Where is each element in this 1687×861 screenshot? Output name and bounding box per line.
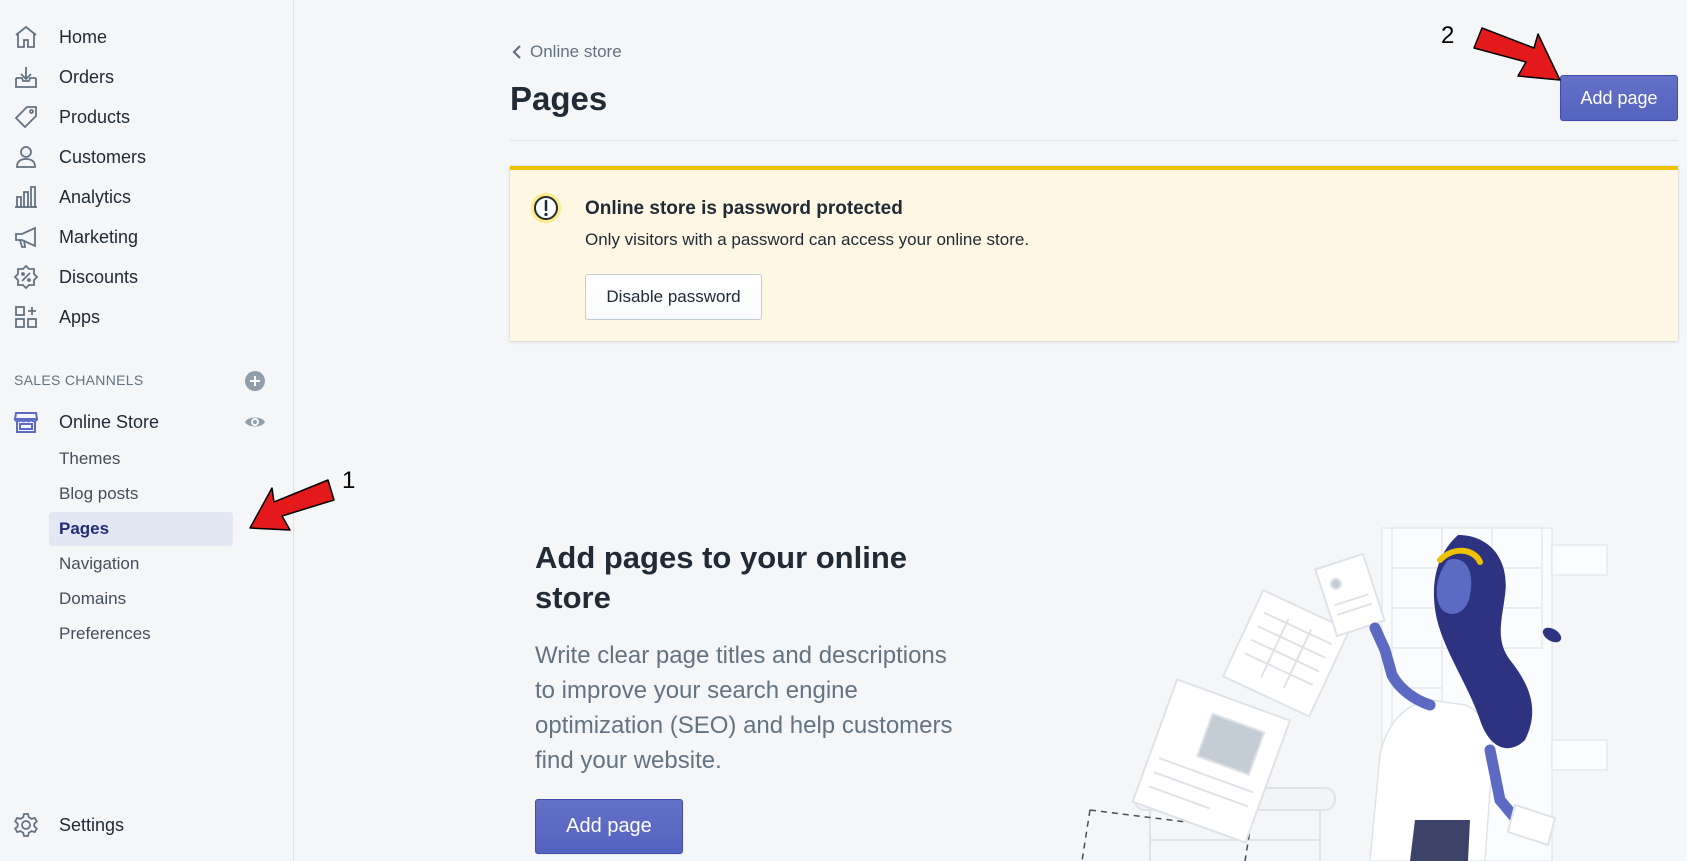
sidebar-item-customers[interactable]: Customers: [0, 137, 294, 177]
sidebar-item-label: Products: [59, 106, 131, 127]
breadcrumb-label: Online store: [530, 42, 622, 61]
sidebar-item-label: Settings: [59, 814, 125, 835]
banner-text: Only visitors with a password can access…: [585, 230, 1030, 249]
sidebar-item-label: Online Store: [59, 411, 160, 432]
sidebar-item-label: Analytics: [59, 186, 132, 207]
sidebar: Home Orders Products Customers Analytics: [0, 0, 294, 861]
sidebar-item-marketing[interactable]: Marketing: [0, 217, 294, 257]
chevron-left-icon: [512, 45, 521, 59]
add-page-button[interactable]: Add page: [1560, 75, 1678, 121]
password-protected-banner: Online store is password protected Only …: [510, 166, 1678, 341]
sidebar-item-label: Customers: [59, 146, 147, 167]
empty-state-text: Write clear page titles and descriptions…: [535, 642, 953, 774]
sidebar-item-settings[interactable]: Settings: [0, 805, 294, 845]
marketing-megaphone-icon: [13, 224, 39, 250]
sidebar-subitem-preferences[interactable]: Preferences: [49, 617, 233, 651]
add-sales-channel-button[interactable]: [244, 370, 266, 392]
sidebar-item-label: Marketing: [59, 226, 139, 247]
discounts-icon: [13, 264, 39, 290]
plus-circle-icon: [245, 371, 265, 391]
app-root: Home Orders Products Customers Analytics: [0, 0, 1687, 861]
gear-icon: [13, 812, 39, 838]
sidebar-subitem-blog-posts[interactable]: Blog posts: [49, 477, 233, 511]
annotation-number-2: 2: [1441, 22, 1455, 49]
breadcrumb-online-store[interactable]: Online store: [510, 42, 622, 62]
sidebar-subitem-themes[interactable]: Themes: [49, 442, 233, 476]
page-title: Pages: [510, 80, 608, 117]
empty-state-heading: Add pages to your online store: [535, 540, 908, 615]
eye-icon: [245, 417, 265, 427]
empty-state-illustration: [1081, 527, 1608, 861]
sidebar-item-products[interactable]: Products: [0, 97, 294, 137]
sidebar-item-orders[interactable]: Orders: [0, 57, 294, 97]
warning-icon: [530, 192, 562, 224]
disable-password-button[interactable]: Disable password: [585, 274, 762, 320]
banner-title: Online store is password protected: [585, 198, 903, 219]
apps-icon: [13, 304, 39, 330]
view-online-store-button[interactable]: [244, 411, 266, 433]
sidebar-item-label: Discounts: [59, 266, 139, 287]
home-icon: [13, 24, 39, 50]
customers-icon: [13, 144, 39, 170]
sidebar-item-label: Orders: [59, 66, 115, 87]
analytics-icon: [13, 184, 39, 210]
products-tag-icon: [13, 104, 39, 130]
online-store-icon: [13, 409, 39, 435]
annotation-arrow-2: [1473, 27, 1561, 81]
sidebar-item-label: Home: [59, 26, 108, 47]
sidebar-item-apps[interactable]: Apps: [0, 297, 294, 337]
sidebar-subitem-domains[interactable]: Domains: [49, 582, 233, 616]
sidebar-subitem-navigation[interactable]: Navigation: [49, 547, 233, 581]
title-divider: [510, 140, 1678, 141]
sidebar-item-discounts[interactable]: Discounts: [0, 257, 294, 297]
sidebar-subitem-pages[interactable]: Pages: [49, 512, 233, 546]
orders-icon: [13, 64, 39, 90]
empty-state-add-page-button[interactable]: Add page: [535, 799, 683, 854]
sidebar-item-label: Apps: [59, 306, 101, 327]
annotation-number-1: 1: [342, 467, 356, 494]
sales-channels-heading: SALES CHANNELS: [14, 372, 144, 388]
annotation-arrow-1: [249, 479, 335, 531]
sidebar-item-analytics[interactable]: Analytics: [0, 177, 294, 217]
sidebar-item-home[interactable]: Home: [0, 17, 294, 57]
